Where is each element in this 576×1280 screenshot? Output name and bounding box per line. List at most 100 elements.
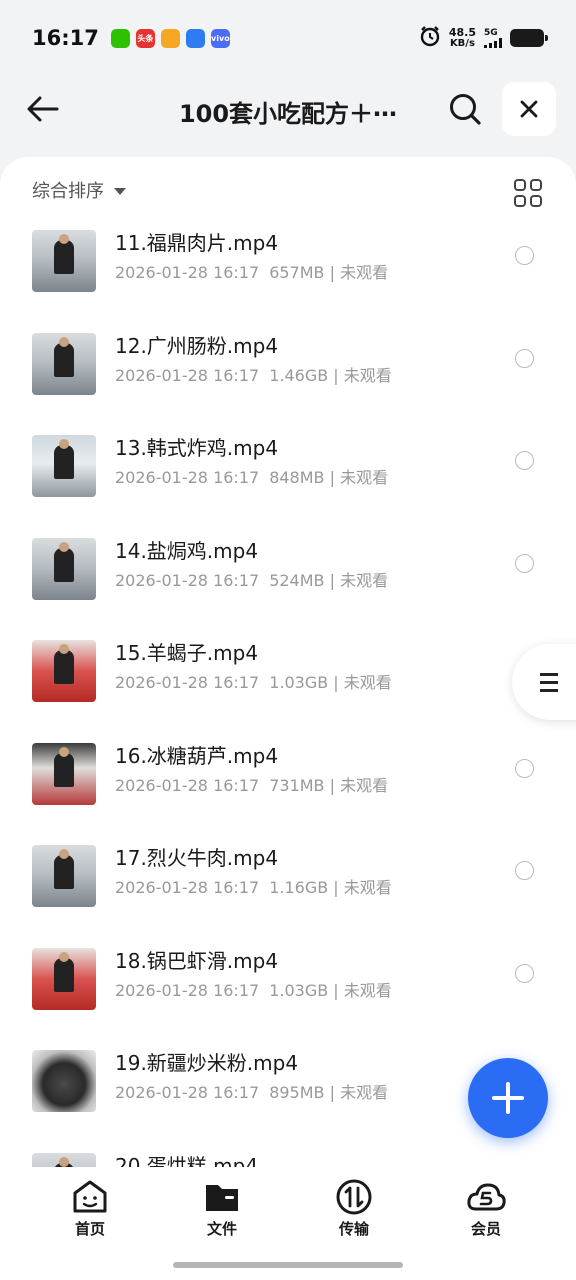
video-thumbnail bbox=[32, 742, 96, 805]
watch-status: 未观看 bbox=[340, 468, 389, 487]
nav-item-vip[interactable]: 会员 bbox=[446, 1179, 526, 1239]
wechat-icon bbox=[110, 28, 130, 48]
file-meta: 2026-01-28 16:17 731MB | 未观看 bbox=[115, 772, 388, 796]
separator: | bbox=[328, 673, 344, 692]
file-size: 1.03GB bbox=[269, 673, 329, 692]
file-date: 2026-01-28 16:17 bbox=[115, 980, 260, 1000]
watch-status: 未观看 bbox=[340, 1083, 389, 1102]
separator: | bbox=[328, 980, 344, 1000]
watch-status: 未观看 bbox=[343, 673, 392, 692]
file-meta: 2026-01-28 16:17 1.46GB | 未观看 bbox=[115, 362, 392, 386]
select-radio[interactable] bbox=[515, 553, 534, 573]
file-name: 17.烈火牛肉.mp4 bbox=[115, 846, 279, 870]
signal-bars-icon bbox=[484, 38, 502, 48]
net-speed-value: 48.5 bbox=[448, 26, 476, 39]
video-thumbnail bbox=[32, 332, 96, 395]
alarm-icon bbox=[419, 25, 441, 51]
select-radio[interactable] bbox=[515, 861, 534, 880]
separator: | bbox=[324, 1083, 341, 1102]
watch-status: 未观看 bbox=[343, 365, 392, 385]
list-item[interactable]: 13.韩式炸鸡.mp4 2026-01-28 16:17 848MB | 未观看 bbox=[0, 432, 576, 534]
grid-view-button[interactable] bbox=[514, 179, 542, 207]
video-thumbnail bbox=[32, 845, 96, 907]
file-size: 657MB bbox=[269, 263, 325, 282]
file-name: 14.盐焗鸡.mp4 bbox=[115, 538, 259, 563]
watch-status: 未观看 bbox=[340, 263, 389, 282]
signal-indicator: 5G bbox=[484, 28, 502, 48]
plus-icon bbox=[492, 1082, 524, 1114]
home-face-icon bbox=[73, 1180, 107, 1213]
grid-view-icon bbox=[514, 179, 526, 191]
select-radio[interactable] bbox=[515, 246, 534, 265]
list-item[interactable]: 20.蛋烘糕.mp4 bbox=[0, 1150, 576, 1168]
file-size: 524MB bbox=[269, 570, 325, 590]
vip-cloud-icon bbox=[467, 1183, 506, 1211]
video-thumbnail bbox=[32, 1152, 96, 1167]
file-size: 1.16GB bbox=[269, 878, 329, 897]
file-date: 2026-01-28 16:17 bbox=[115, 365, 260, 385]
select-radio[interactable] bbox=[515, 348, 534, 368]
watch-status: 未观看 bbox=[343, 980, 392, 1000]
home-indicator[interactable] bbox=[173, 1262, 403, 1268]
list-item[interactable]: 16.冰糖葫芦.mp4 2026-01-28 16:17 731MB | 未观看 bbox=[0, 740, 576, 842]
file-meta: 2026-01-28 16:17 524MB | 未观看 bbox=[115, 567, 388, 591]
file-date: 2026-01-28 16:17 bbox=[115, 775, 260, 795]
video-thumbnail bbox=[32, 435, 96, 497]
search-button[interactable] bbox=[442, 86, 488, 132]
file-list-card: 综合排序 11.福鼎肉片.mp4 2026-01-28 16:17 657MB | … bbox=[0, 157, 576, 1167]
net-speed-unit: KB/s bbox=[449, 38, 475, 49]
nav-item-transfer[interactable]: 传输 bbox=[314, 1179, 394, 1239]
nav-item-home[interactable]: 首页 bbox=[50, 1179, 130, 1239]
file-name: 20.蛋烘糕.mp4 bbox=[115, 1153, 259, 1168]
close-button[interactable] bbox=[502, 82, 556, 136]
list-item[interactable]: 18.锅巴虾滑.mp4 2026-01-28 16:17 1.03GB | 未观看 bbox=[0, 945, 576, 1047]
file-meta: 2026-01-28 16:17 848MB | 未观看 bbox=[115, 464, 388, 488]
status-right: 48.5 KB/s 5G bbox=[419, 25, 548, 51]
nav-label-files: 文件 bbox=[206, 1220, 237, 1238]
list-item[interactable]: 14.盐焗鸡.mp4 2026-01-28 16:17 524MB | 未观看 bbox=[0, 535, 576, 637]
file-meta: 2026-01-28 16:17 1.03GB | 未观看 bbox=[115, 669, 392, 693]
caret-down-icon bbox=[114, 187, 126, 195]
sort-label: 综合排序 bbox=[32, 181, 104, 202]
video-thumbnail bbox=[32, 230, 96, 292]
search-icon bbox=[450, 94, 481, 125]
status-bar: 16:17 头条 vivo 48.5 KB/s 5G bbox=[0, 0, 576, 76]
watch-status: 未观看 bbox=[343, 878, 392, 897]
file-name: 18.锅巴虾滑.mp4 bbox=[115, 948, 279, 973]
file-meta: 2026-01-28 16:17 895MB | 未观看 bbox=[115, 1079, 388, 1103]
video-thumbnail bbox=[32, 947, 96, 1010]
file-date: 2026-01-28 16:17 bbox=[115, 878, 260, 897]
video-thumbnail bbox=[32, 537, 96, 600]
file-date: 2026-01-28 16:17 bbox=[115, 570, 260, 590]
list-item[interactable]: 12.广州肠粉.mp4 2026-01-28 16:17 1.46GB | 未观看 bbox=[0, 330, 576, 432]
file-size: 1.03GB bbox=[269, 980, 329, 1000]
battery-icon bbox=[510, 29, 548, 47]
separator: | bbox=[328, 878, 344, 897]
network-type: 5G bbox=[484, 28, 498, 38]
file-meta: 2026-01-28 16:17 1.16GB | 未观看 bbox=[115, 874, 392, 898]
header: 100套小吃配方＋⋯ bbox=[0, 78, 576, 140]
select-radio[interactable] bbox=[515, 963, 534, 983]
sort-dropdown[interactable]: 综合排序 bbox=[32, 177, 126, 203]
add-button[interactable] bbox=[468, 1058, 548, 1138]
file-name: 19.新疆炒米粉.mp4 bbox=[115, 1051, 299, 1075]
watch-status: 未观看 bbox=[340, 775, 389, 795]
list-item[interactable]: 11.福鼎肉片.mp4 2026-01-28 16:17 657MB | 未观看 bbox=[0, 227, 576, 329]
file-size: 895MB bbox=[269, 1083, 325, 1102]
list-item[interactable]: 15.羊蝎子.mp4 2026-01-28 16:17 1.03GB | 未观看 bbox=[0, 637, 576, 739]
select-radio[interactable] bbox=[515, 758, 534, 778]
menu-icon bbox=[540, 672, 558, 692]
select-radio[interactable] bbox=[515, 451, 534, 470]
file-name: 16.冰糖葫芦.mp4 bbox=[115, 743, 279, 768]
list-item[interactable]: 17.烈火牛肉.mp4 2026-01-28 16:17 1.16GB | 未观看 bbox=[0, 842, 576, 944]
file-name: 13.韩式炸鸡.mp4 bbox=[115, 436, 279, 460]
video-thumbnail bbox=[32, 1050, 96, 1112]
nav-item-files[interactable]: 文件 bbox=[182, 1179, 262, 1239]
nav-label-transfer: 传输 bbox=[338, 1220, 369, 1238]
separator: | bbox=[324, 263, 341, 282]
mail-icon bbox=[160, 28, 180, 48]
separator: | bbox=[324, 775, 341, 795]
net-speed: 48.5 KB/s bbox=[449, 27, 476, 49]
file-name: 15.羊蝎子.mp4 bbox=[115, 641, 259, 665]
baidu-pan-icon bbox=[185, 28, 205, 48]
